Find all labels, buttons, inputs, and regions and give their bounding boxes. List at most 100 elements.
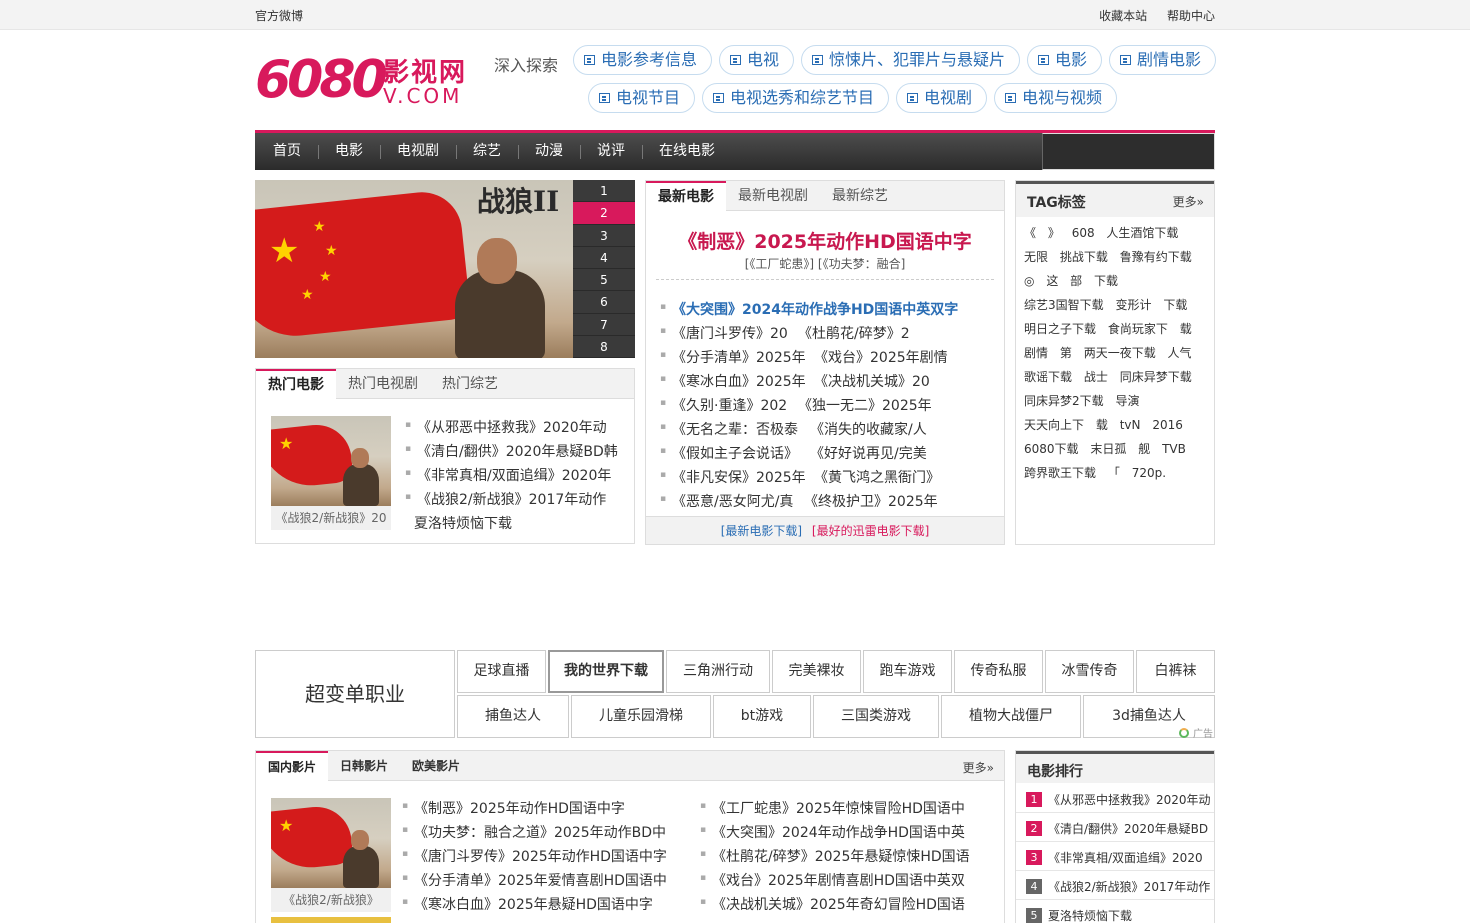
rank-title-text[interactable]: 《从邪恶中拯救我》2020年动 <box>1048 791 1211 808</box>
rank-row[interactable]: 2 《清白/翻供》2020年悬疑BD <box>1016 813 1214 842</box>
list-item[interactable]: 《功夫梦：融合之道》2025年动作BD中 <box>402 822 666 842</box>
list-item[interactable]: 《工厂蛇患》2025年惊悚冒险HD国语中 <box>700 798 965 818</box>
tag-link[interactable]: 战士 <box>1084 370 1108 384</box>
ad-link[interactable]: 足球直播 <box>457 650 546 693</box>
list-item[interactable]: 夏洛特烦恼下载 <box>414 513 512 533</box>
tab-hot-tv[interactable]: 热门电视剧 <box>336 369 430 399</box>
slide-number-active[interactable]: 2 <box>573 202 635 225</box>
list-item[interactable]: 《唐门斗罗传》20 <box>660 323 788 343</box>
nav-home[interactable]: 首页 <box>273 133 301 170</box>
tag-link[interactable]: 608 <box>1072 226 1095 240</box>
nav-reviews[interactable]: 说评 <box>597 133 625 170</box>
ad-link[interactable]: 跑车游戏 <box>863 650 952 693</box>
tag-more-link[interactable]: 更多» <box>1173 193 1204 210</box>
tag-link[interactable]: 下载 <box>1163 298 1187 312</box>
tag-link[interactable]: 人气 <box>1168 346 1192 360</box>
tag-link[interactable]: 剧情 <box>1024 346 1048 360</box>
explore-tag[interactable]: 惊悚片、犯罪片与悬疑片 <box>801 45 1021 75</box>
nav-anime[interactable]: 动漫 <box>535 133 563 170</box>
tag-link[interactable]: 6080下载 <box>1024 442 1079 456</box>
list-item[interactable]: 《戏台》2025年剧情 <box>814 347 948 367</box>
tag-link[interactable]: 「 <box>1108 466 1120 480</box>
ad-feature[interactable]: 超变单职业 <box>255 650 455 738</box>
list-item[interactable]: 《无名之辈：否极泰 <box>660 419 798 439</box>
help-center-link[interactable]: 帮助中心 <box>1167 9 1215 23</box>
tab-latest-movies[interactable]: 最新电影 <box>646 181 726 212</box>
explore-tag[interactable]: 电视 <box>719 45 795 75</box>
rank-title-text[interactable]: 夏洛特烦恼下载 <box>1048 907 1132 923</box>
list-item[interactable]: 《唐门斗罗传》2025年动作HD国语中字 <box>402 846 667 866</box>
list-item[interactable]: 《非凡安保》2025年 <box>660 467 806 487</box>
list-item[interactable]: 《分手清单》2025年爱情喜剧HD国语中 <box>402 870 667 890</box>
tag-link[interactable]: 《 <box>1024 226 1036 240</box>
tag-link[interactable]: 下载 <box>1094 274 1118 288</box>
tag-link[interactable]: TVB <box>1162 442 1186 456</box>
list-item[interactable]: 《从邪恶中拯救我》2020年动 <box>405 417 607 437</box>
explore-tag[interactable]: 电视剧 <box>896 83 988 113</box>
list-item[interactable]: 《恶意/恶女阿尤/真 <box>660 491 793 511</box>
ad-link[interactable]: 传奇私服 <box>954 650 1043 693</box>
list-item[interactable]: 《战狼2/新战狼》2017年动作 <box>405 489 606 509</box>
explore-tag[interactable]: 电影 <box>1027 45 1103 75</box>
tag-link[interactable]: 鲁豫有约下载 <box>1120 250 1192 264</box>
slide-number[interactable]: 1 <box>573 180 635 203</box>
tag-link[interactable]: 挑战下载 <box>1060 250 1108 264</box>
rank-row[interactable]: 5 夏洛特烦恼下载 <box>1016 900 1214 923</box>
tag-link[interactable]: 跨界歌王下载 <box>1024 466 1096 480</box>
tag-link[interactable]: 两天一夜下载 <box>1084 346 1156 360</box>
list-item[interactable]: 《寒冰白血》2025年悬疑HD国语中字 <box>402 894 653 914</box>
explore-tag[interactable]: 电视节目 <box>588 83 696 113</box>
list-item[interactable]: 《杜鹃花/碎梦》2 <box>798 323 910 343</box>
ad-link[interactable]: 冰雪传奇 <box>1045 650 1134 693</box>
rank-row[interactable]: 3 《非常真相/双面追缉》2020 <box>1016 842 1214 871</box>
tab-japan-korea[interactable]: 日韩影片 <box>328 751 400 781</box>
ad-link[interactable]: 捕鱼达人 <box>457 695 569 738</box>
tag-link[interactable]: 同床异梦2下载 <box>1024 394 1104 408</box>
tag-link[interactable]: 食尚玩家下 <box>1108 322 1168 336</box>
tag-link[interactable]: 明日之子下载 <box>1024 322 1096 336</box>
hot-thumb[interactable]: ★ 《战狼2/新战狼》20 <box>271 416 391 530</box>
tag-link[interactable]: 人生酒馆下载 <box>1106 226 1178 240</box>
tag-link[interactable]: 无限 <box>1024 250 1048 264</box>
ad-link[interactable]: 我的世界下载 <box>548 650 664 693</box>
tag-link[interactable]: 第 <box>1060 346 1072 360</box>
list-item[interactable]: 《非常真相/双面追缉》2020年 <box>405 465 611 485</box>
tag-link[interactable]: 同床异梦下载 <box>1120 370 1192 384</box>
nav-tv[interactable]: 电视剧 <box>397 133 439 170</box>
ad-link[interactable]: 三国类游戏 <box>813 695 939 738</box>
slide-number[interactable]: 3 <box>573 224 635 247</box>
list-item[interactable]: 《独一无二》2025年 <box>798 395 932 415</box>
list-item[interactable]: 《分手清单》2025年 <box>660 347 806 367</box>
list-item[interactable]: 《大突围》2024年动作战争HD国语中英 <box>700 822 965 842</box>
tab-latest-tv[interactable]: 最新电视剧 <box>726 181 820 211</box>
tag-link[interactable]: 末日孤 <box>1090 442 1126 456</box>
list-item[interactable]: 《假如主子会说话》 <box>660 443 798 463</box>
ad-link[interactable]: 三角洲行动 <box>666 650 770 693</box>
tag-link[interactable]: 这 <box>1046 274 1058 288</box>
second-thumb-image[interactable] <box>271 917 391 923</box>
nav-movies[interactable]: 电影 <box>335 133 363 170</box>
tab-latest-variety[interactable]: 最新综艺 <box>820 181 900 211</box>
list-item[interactable]: 《久别·重逢》202 <box>660 395 787 415</box>
tab-domestic[interactable]: 国内影片 <box>256 751 329 782</box>
explore-tag[interactable]: 电视与视频 <box>994 83 1118 113</box>
slide-number[interactable]: 6 <box>573 291 635 314</box>
ad-link[interactable]: bt游戏 <box>713 695 811 738</box>
list-item[interactable]: 《决战机关城》20 <box>814 371 930 391</box>
list-item[interactable]: 《寒冰白血》2025年 <box>660 371 806 391</box>
bookmark-link[interactable]: 收藏本站 <box>1099 9 1147 23</box>
rank-row[interactable]: 4 《战狼2/新战狼》2017年动作 <box>1016 871 1214 900</box>
tag-link[interactable]: 载 <box>1180 322 1192 336</box>
ad-link[interactable]: 儿童乐园滑梯 <box>571 695 711 738</box>
ad-link[interactable]: 植物大战僵尸 <box>941 695 1081 738</box>
ad-link[interactable]: 白裤袜 <box>1136 650 1215 693</box>
tab-hot-movies[interactable]: 热门电影 <box>256 369 336 400</box>
list-item[interactable]: 《消失的收藏家/人 <box>810 419 927 439</box>
list-item[interactable]: 《黄飞鸿之黑衙门》 <box>814 467 940 487</box>
best-download-link[interactable]: [最好的迅雷电影下载] <box>812 524 929 538</box>
tag-link[interactable]: 变形计 <box>1115 298 1151 312</box>
explore-tag[interactable]: 剧情电影 <box>1109 45 1217 75</box>
rank-title-text[interactable]: 《非常真相/双面追缉》2020 <box>1048 849 1203 866</box>
latest-subline[interactable]: [《工厂蛇患》] [《功夫梦：融合] <box>646 255 1004 272</box>
list-item[interactable]: 《戏台》2025年剧情喜剧HD国语中英双 <box>700 870 965 890</box>
